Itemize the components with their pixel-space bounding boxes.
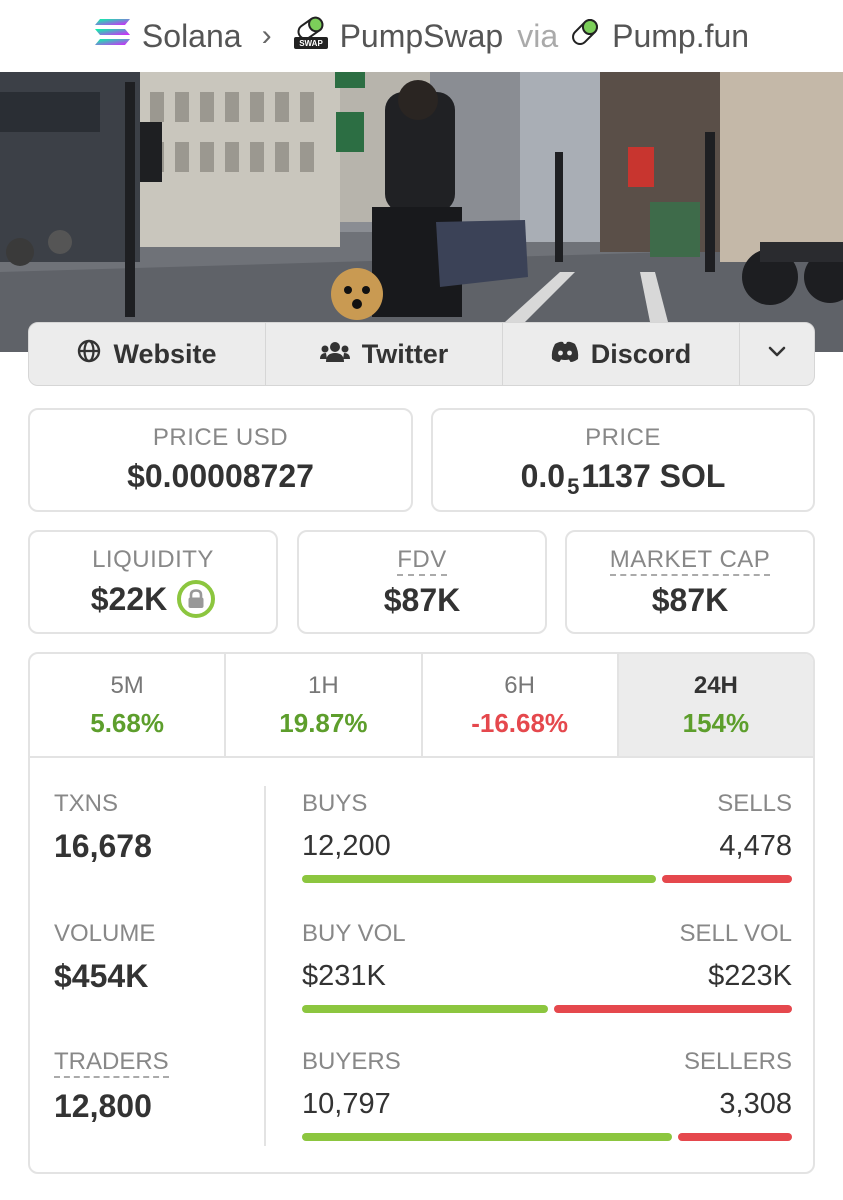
txns-value: 16,678 (54, 828, 152, 864)
liquidity-box: LIQUIDITY $22K (28, 530, 278, 634)
stats-divider (264, 786, 266, 1146)
discord-label: Discord (590, 338, 692, 369)
liquidity-label: LIQUIDITY (92, 546, 214, 573)
token-banner-image (0, 72, 843, 352)
buy-vol-value: $231K (302, 960, 386, 992)
price-native-box: PRICE 0.0 5 1137 SOL (431, 408, 815, 512)
tab-change: -16.68% (471, 708, 569, 738)
volume-label: VOLUME (54, 920, 156, 947)
market-cap-label[interactable]: MARKET CAP (609, 546, 771, 576)
price-native-digits: 1137 SOL (581, 458, 726, 494)
solana-icon (94, 17, 132, 55)
buys-value: 12,200 (302, 830, 391, 862)
sellers-value: 3,308 (719, 1088, 792, 1120)
buyers-sellers-bar (302, 1133, 792, 1141)
pumpswap-icon: SWAP (292, 13, 330, 59)
pill-icon (568, 15, 602, 57)
buy-vol-bar-fill (302, 1005, 548, 1013)
dex-name: PumpSwap (339, 17, 504, 54)
buys-label: BUYS (302, 790, 368, 817)
fdv-box: FDV $87K (297, 530, 547, 634)
volume-stat: VOLUME $454K (54, 920, 155, 995)
sell-bar-fill (662, 875, 792, 883)
chain-name: Solana (141, 17, 242, 54)
more-links-button[interactable] (740, 323, 814, 385)
discord-button[interactable]: Discord (503, 323, 740, 385)
website-button[interactable]: Website (29, 323, 266, 385)
sell-vol-value: $223K (708, 960, 792, 992)
txns-stat: TXNS 16,678 (54, 790, 152, 865)
breadcrumb: Solana › SWAP PumpSwap via Pump.fun (0, 0, 843, 72)
lock-icon[interactable] (177, 580, 216, 618)
tab-change: 154% (682, 708, 750, 738)
traders-value: 12,800 (54, 1088, 152, 1124)
buyers-sellers-row: BUYERS SELLERS 10,797 3,308 (302, 1048, 792, 1141)
sells-value: 4,478 (719, 830, 792, 862)
chain-link[interactable]: Solana (94, 17, 242, 55)
buys-sells-bar (302, 875, 792, 883)
discord-icon (551, 339, 579, 370)
volume-value: $454K (54, 958, 149, 994)
launchpad-name: Pump.fun (612, 17, 750, 54)
price-native-label: PRICE (585, 424, 661, 451)
website-label: Website (113, 338, 217, 369)
tab-label: 1H (308, 672, 339, 699)
price-usd-label: PRICE USD (152, 424, 289, 451)
market-cap-value: $87K (651, 582, 729, 618)
twitter-button[interactable]: Twitter (266, 323, 503, 385)
buyers-label: BUYERS (302, 1048, 401, 1075)
fdv-label[interactable]: FDV (397, 546, 447, 576)
txns-label: TXNS (54, 790, 119, 817)
via-label: via (517, 17, 559, 54)
price-native-prefix: 0.0 (520, 458, 566, 494)
tab-change: 19.87% (279, 708, 368, 738)
tab-24h[interactable]: 24H 154% (618, 654, 813, 756)
buyers-bar-fill (302, 1133, 672, 1141)
launchpad-link[interactable]: via Pump.fun (517, 15, 749, 57)
sellers-bar-fill (678, 1133, 792, 1141)
buy-vol-label: BUY VOL (302, 920, 406, 947)
fdv-value: $87K (383, 582, 461, 618)
tab-change: 5.68% (90, 708, 164, 738)
chevron-right-icon: › (261, 19, 272, 52)
svg-text:SWAP: SWAP (299, 39, 323, 48)
price-usd-value: $0.00008727 (127, 458, 314, 494)
traders-stat: TRADERS 12,800 (54, 1048, 169, 1125)
tab-label: 6H (504, 672, 535, 699)
users-icon (319, 339, 350, 370)
price-usd-box: PRICE USD $0.00008727 (28, 408, 413, 512)
buys-sells-row: BUYS SELLS 12,200 4,478 (302, 790, 792, 883)
price-native-zero-count: 5 (567, 473, 580, 499)
tab-label: 5M (110, 672, 144, 699)
volume-split-bar (302, 1005, 792, 1013)
period-tabs: 5M 5.68% 1H 19.87% 6H -16.68% 24H 154% (30, 654, 813, 758)
sellers-label: SELLERS (683, 1048, 792, 1075)
twitter-label: Twitter (361, 338, 449, 369)
tab-1h[interactable]: 1H 19.87% (226, 654, 423, 756)
sell-vol-label: SELL VOL (679, 920, 792, 947)
dex-link[interactable]: SWAP PumpSwap (292, 13, 504, 59)
trading-stats-panel: 5M 5.68% 1H 19.87% 6H -16.68% 24H 154% T… (28, 652, 815, 1174)
volume-split-row: BUY VOL SELL VOL $231K $223K (302, 920, 792, 1013)
sells-label: SELLS (717, 790, 792, 817)
buy-bar-fill (302, 875, 656, 883)
tab-5m[interactable]: 5M 5.68% (30, 654, 227, 756)
traders-label[interactable]: TRADERS (54, 1048, 169, 1078)
chevron-down-icon (768, 345, 786, 363)
stats-body: TXNS 16,678 VOLUME $454K TRADERS 12,800 … (30, 758, 813, 1172)
buyers-value: 10,797 (302, 1088, 391, 1120)
tab-6h[interactable]: 6H -16.68% (423, 654, 619, 756)
sell-vol-bar-fill (554, 1005, 792, 1013)
tab-label: 24H (693, 672, 738, 699)
globe-icon (77, 339, 101, 370)
social-links-bar: Website Twitter Discord (28, 322, 815, 386)
market-cap-box: MARKET CAP $87K (565, 530, 815, 634)
liquidity-value: $22K (90, 580, 168, 617)
